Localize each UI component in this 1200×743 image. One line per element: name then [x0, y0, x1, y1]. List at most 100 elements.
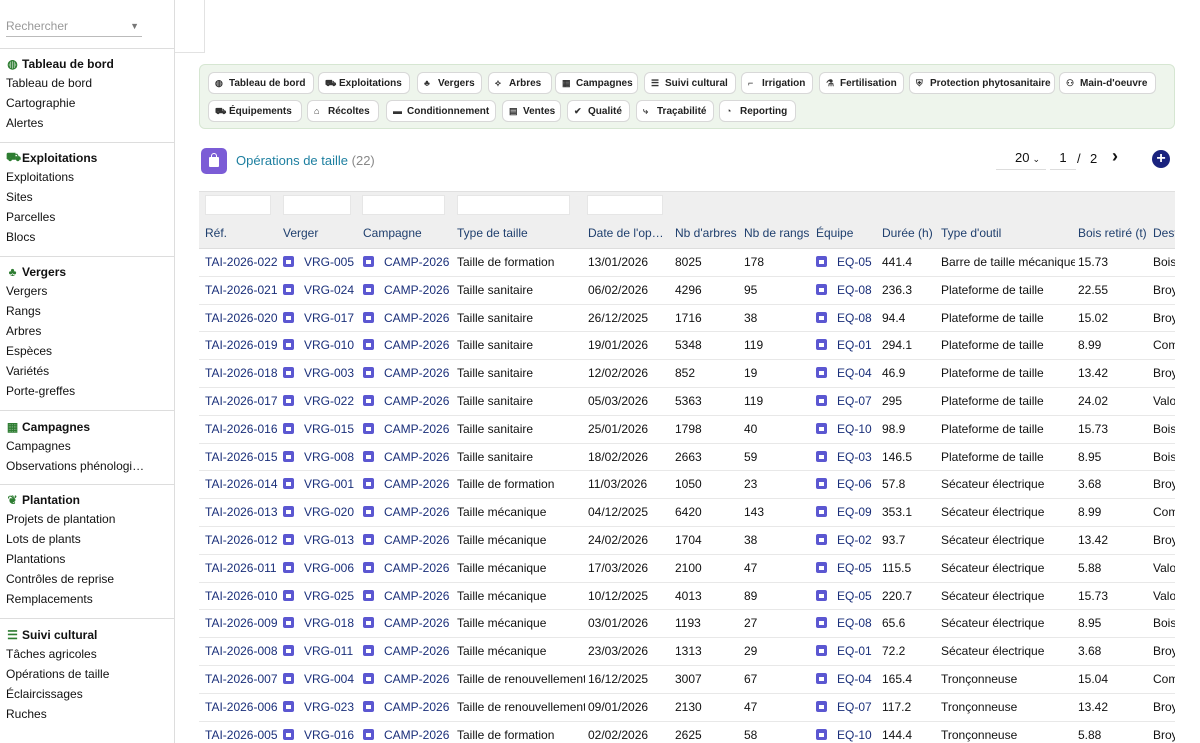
column-header[interactable]: Équipe: [816, 218, 880, 249]
sidebar-item[interactable]: Tâches agricoles: [0, 644, 145, 664]
search-select[interactable]: Rechercher ▼: [6, 15, 142, 37]
table-cell[interactable]: VRG-016: [283, 722, 358, 743]
sidebar-item[interactable]: Porte-greffes: [0, 381, 145, 401]
table-cell[interactable]: TAI-2026-022: [205, 249, 280, 276]
module-button[interactable]: ⟡ Arbres: [488, 72, 552, 94]
table-row[interactable]: TAI-2026-019 VRG-010 CAMP-2026 Taille sanit…: [199, 332, 1175, 361]
record-link-icon[interactable]: [816, 645, 827, 657]
record-link-icon[interactable]: [363, 645, 374, 657]
sidebar-section-title[interactable]: ◍ Tableau de bord: [0, 55, 174, 73]
add-button[interactable]: +: [1152, 150, 1170, 168]
column-header[interactable]: Nb d'arbres: [675, 218, 741, 249]
sidebar-section-title[interactable]: ♣ Vergers: [0, 263, 174, 281]
record-link-icon[interactable]: [283, 728, 294, 740]
table-cell[interactable]: TAI-2026-015: [205, 444, 280, 471]
table-cell[interactable]: VRG-005: [283, 249, 358, 276]
table-cell[interactable]: VRG-006: [283, 555, 358, 582]
record-link-icon[interactable]: [283, 422, 294, 434]
table-cell[interactable]: CAMP-2026: [363, 305, 453, 332]
table-cell[interactable]: TAI-2026-020: [205, 305, 280, 332]
module-button[interactable]: ◔ Reporting: [719, 100, 796, 122]
sidebar-item[interactable]: Sites: [0, 187, 145, 207]
record-link-icon[interactable]: [363, 311, 374, 323]
record-link-icon[interactable]: [283, 256, 294, 267]
table-row[interactable]: TAI-2026-008 VRG-011 CAMP-2026 Taille mécan…: [199, 638, 1175, 666]
table-cell[interactable]: CAMP-2026: [363, 638, 453, 665]
table-cell[interactable]: VRG-023: [283, 694, 358, 721]
sidebar-section-title[interactable]: ⛟ Exploitations: [0, 149, 174, 167]
module-button[interactable]: ♣ Vergers: [417, 72, 482, 94]
record-link-icon[interactable]: [363, 450, 374, 462]
module-button[interactable]: ▬ Conditionnement: [386, 100, 496, 122]
record-link-icon[interactable]: [283, 478, 294, 490]
table-cell[interactable]: CAMP-2026: [363, 499, 453, 526]
sidebar-item[interactable]: Exploitations: [0, 167, 145, 187]
sidebar-item[interactable]: Contrôles de reprise: [0, 569, 145, 589]
table-cell[interactable]: CAMP-2026: [363, 332, 453, 359]
table-cell[interactable]: VRG-017: [283, 305, 358, 332]
record-link-icon[interactable]: [283, 339, 294, 351]
column-header[interactable]: Durée (h): [882, 218, 938, 249]
record-link-icon[interactable]: [283, 561, 294, 573]
column-header[interactable]: Nb de rangs: [744, 218, 814, 249]
record-link-icon[interactable]: [363, 617, 374, 629]
record-link-icon[interactable]: [363, 700, 374, 712]
table-cell[interactable]: TAI-2026-019: [205, 332, 280, 359]
record-link-icon[interactable]: [363, 533, 374, 545]
table-cell[interactable]: CAMP-2026: [363, 694, 453, 721]
module-button[interactable]: ⛟ Équipements: [208, 100, 302, 122]
table-cell[interactable]: EQ-03: [816, 444, 880, 471]
filter-verger-input[interactable]: [283, 195, 351, 215]
record-link-icon[interactable]: [816, 589, 827, 601]
record-link-icon[interactable]: [816, 283, 827, 295]
table-cell[interactable]: VRG-024: [283, 277, 358, 304]
table-cell[interactable]: CAMP-2026: [363, 444, 453, 471]
column-header[interactable]: Campagne: [363, 218, 453, 249]
record-link-icon[interactable]: [283, 506, 294, 518]
table-row[interactable]: TAI-2026-010 VRG-025 CAMP-2026 Taille mécan…: [199, 583, 1175, 611]
filter-type-input[interactable]: [457, 195, 570, 215]
sidebar-item[interactable]: Ruches: [0, 704, 145, 724]
table-cell[interactable]: VRG-025: [283, 583, 358, 610]
table-cell[interactable]: TAI-2026-016: [205, 416, 280, 443]
module-button[interactable]: ✔ Qualité: [567, 100, 630, 122]
table-row[interactable]: TAI-2026-015 VRG-008 CAMP-2026 Taille sanit…: [199, 444, 1175, 472]
table-cell[interactable]: CAMP-2026: [363, 722, 453, 743]
record-link-icon[interactable]: [283, 283, 294, 295]
record-link-icon[interactable]: [816, 672, 827, 684]
record-link-icon[interactable]: [816, 617, 827, 629]
table-cell[interactable]: TAI-2026-009: [205, 610, 280, 637]
sidebar-item[interactable]: Blocs: [0, 227, 145, 247]
filter-date-input[interactable]: [587, 195, 663, 215]
record-link-icon[interactable]: [283, 645, 294, 657]
sidebar-item[interactable]: Espèces: [0, 341, 145, 361]
column-header[interactable]: Verger: [283, 218, 358, 249]
table-cell[interactable]: CAMP-2026: [363, 388, 453, 415]
sidebar-item[interactable]: Tableau de bord: [0, 73, 145, 93]
table-cell[interactable]: EQ-10: [816, 722, 880, 743]
sidebar-item[interactable]: Opérations de taille: [0, 664, 145, 684]
table-cell[interactable]: EQ-10: [816, 416, 880, 443]
sidebar-section-title[interactable]: ☰ Suivi cultural: [0, 626, 174, 644]
record-link-icon[interactable]: [816, 367, 827, 379]
module-button[interactable]: ◍ Tableau de bord: [208, 72, 314, 94]
record-link-icon[interactable]: [363, 422, 374, 434]
table-cell[interactable]: TAI-2026-005: [205, 722, 280, 743]
record-link-icon[interactable]: [816, 700, 827, 712]
next-page-button[interactable]: ›: [1112, 146, 1128, 166]
record-link-icon[interactable]: [283, 700, 294, 712]
sidebar-item[interactable]: Alertes: [0, 113, 145, 133]
table-cell[interactable]: EQ-01: [816, 638, 880, 665]
table-cell[interactable]: CAMP-2026: [363, 527, 453, 554]
module-button[interactable]: ⛟ Exploitations: [318, 72, 410, 94]
table-cell[interactable]: TAI-2026-007: [205, 666, 280, 693]
module-button[interactable]: ⚗ Fertilisation: [819, 72, 904, 94]
table-cell[interactable]: EQ-08: [816, 277, 880, 304]
column-header[interactable]: Type de taille: [457, 218, 585, 249]
record-link-icon[interactable]: [283, 533, 294, 545]
sidebar-item[interactable]: Arbres: [0, 321, 145, 341]
module-button[interactable]: ⚇ Main-d'oeuvre: [1059, 72, 1156, 94]
table-cell[interactable]: TAI-2026-021: [205, 277, 280, 304]
page-size-select[interactable]: 20 ⌄: [996, 148, 1046, 170]
page-number-input[interactable]: 1: [1050, 148, 1076, 170]
